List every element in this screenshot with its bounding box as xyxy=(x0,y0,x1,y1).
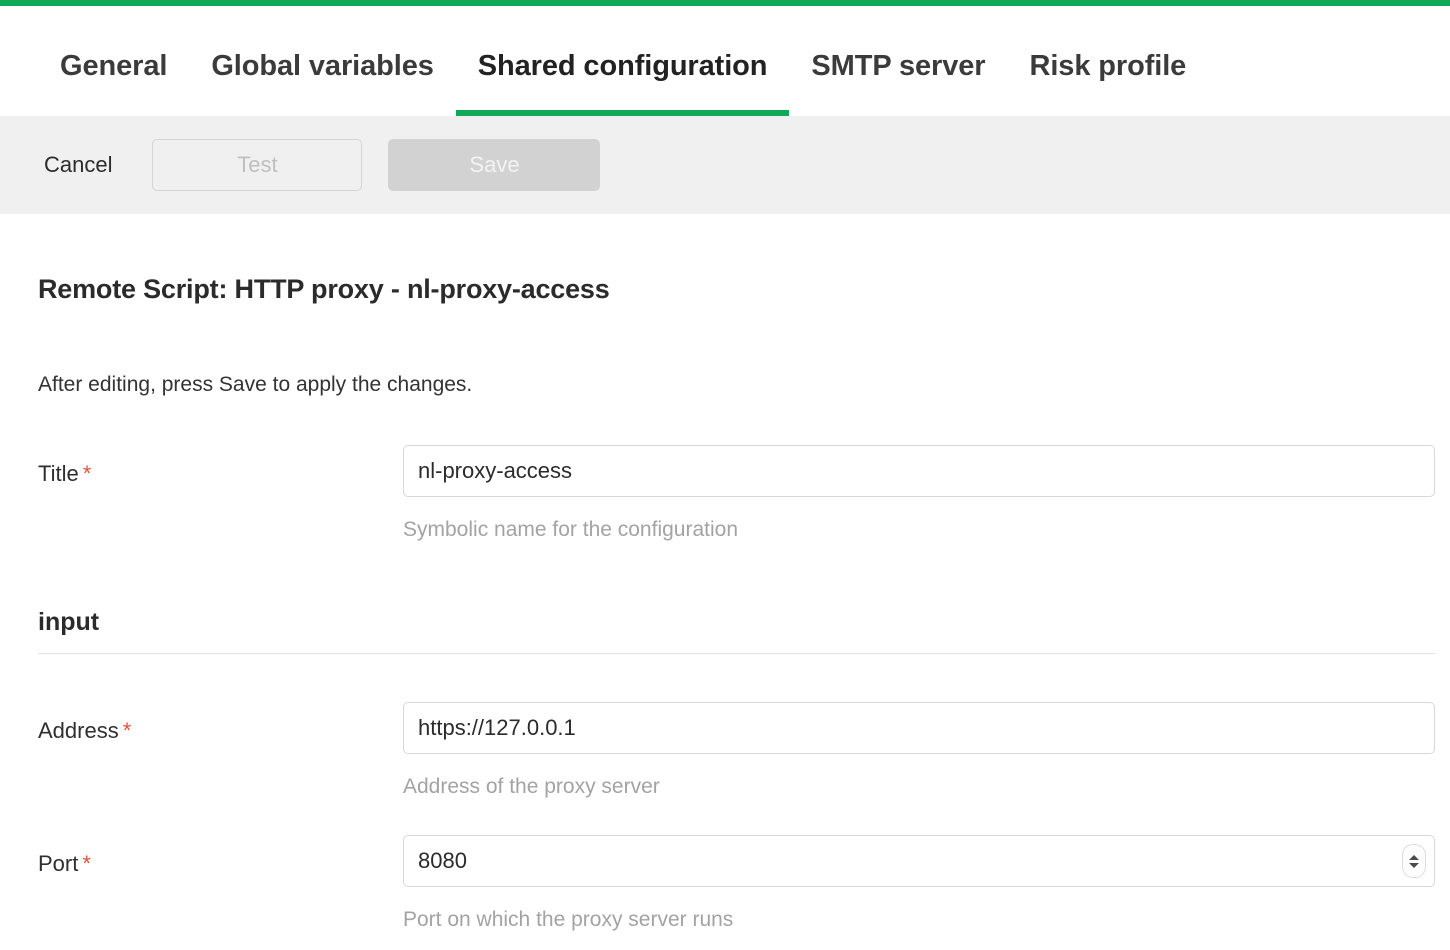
tab-risk-profile-label: Risk profile xyxy=(1029,50,1187,82)
title-field-label: Title * xyxy=(38,445,403,487)
address-field-col: Address of the proxy server xyxy=(403,702,1435,799)
section-input-title: input xyxy=(38,608,100,636)
stepper-up-arrow-icon[interactable] xyxy=(1409,854,1419,860)
port-input[interactable] xyxy=(403,835,1435,887)
port-field-label-text: Port xyxy=(38,851,79,876)
field-row-title: Title* Symbolic name for the configurati… xyxy=(38,445,1450,542)
tab-shared-configuration-label: Shared configuration xyxy=(477,50,768,82)
tab-general[interactable]: General xyxy=(38,6,189,116)
section-input-divider xyxy=(38,653,1435,654)
tab-general-label: General xyxy=(60,50,168,82)
address-helper-text: Address of the proxy server xyxy=(403,775,660,798)
title-input[interactable] xyxy=(403,445,1435,497)
section-input: input xyxy=(38,608,1435,654)
tab-shared-configuration[interactable]: Shared configuration xyxy=(455,6,790,116)
tab-smtp-server-label: SMTP server xyxy=(811,50,986,82)
tab-risk-profile[interactable]: Risk profile xyxy=(1007,6,1208,116)
page-subtitle: After editing, press Save to apply the c… xyxy=(38,373,473,396)
test-button[interactable]: Test xyxy=(152,139,363,191)
title-required-marker: * xyxy=(82,461,92,486)
port-required-marker: * xyxy=(82,851,91,876)
tab-global-variables[interactable]: Global variables xyxy=(189,6,455,116)
address-field-label-text: Address xyxy=(38,718,119,743)
address-required-marker: * xyxy=(122,718,132,743)
tab-global-variables-label: Global variables xyxy=(211,50,434,82)
address-input[interactable] xyxy=(403,702,1435,754)
page-title: Remote Script: HTTP proxy - nl-proxy-acc… xyxy=(38,274,610,304)
port-field-col: Port on which the proxy server runs xyxy=(403,835,1435,932)
action-toolbar: Cancel Test Save xyxy=(0,116,1450,214)
port-helper-text: Port on which the proxy server runs xyxy=(403,908,734,931)
number-stepper-icon[interactable] xyxy=(1402,844,1426,878)
address-field-label: Address * xyxy=(38,702,403,744)
field-row-address: Address* Address of the proxy server xyxy=(38,702,1450,799)
port-number-wrap xyxy=(403,835,1435,887)
title-field-label-text: Title xyxy=(38,461,79,486)
form-content: Remote Script: HTTP proxy - nl-proxy-acc… xyxy=(0,274,1450,932)
title-field-col: Symbolic name for the configuration xyxy=(403,445,1435,542)
port-field-label: Port * xyxy=(38,835,403,877)
cancel-button[interactable]: Cancel xyxy=(44,152,112,178)
tab-smtp-server[interactable]: SMTP server xyxy=(789,6,1007,116)
title-helper-text: Symbolic name for the configuration xyxy=(403,518,739,541)
save-button[interactable]: Save xyxy=(388,139,601,191)
field-row-port: Port* Port on which the proxy server run… xyxy=(38,835,1450,932)
tab-bar: General Global variables Shared configur… xyxy=(0,6,1450,116)
stepper-down-arrow-icon[interactable] xyxy=(1409,862,1419,868)
